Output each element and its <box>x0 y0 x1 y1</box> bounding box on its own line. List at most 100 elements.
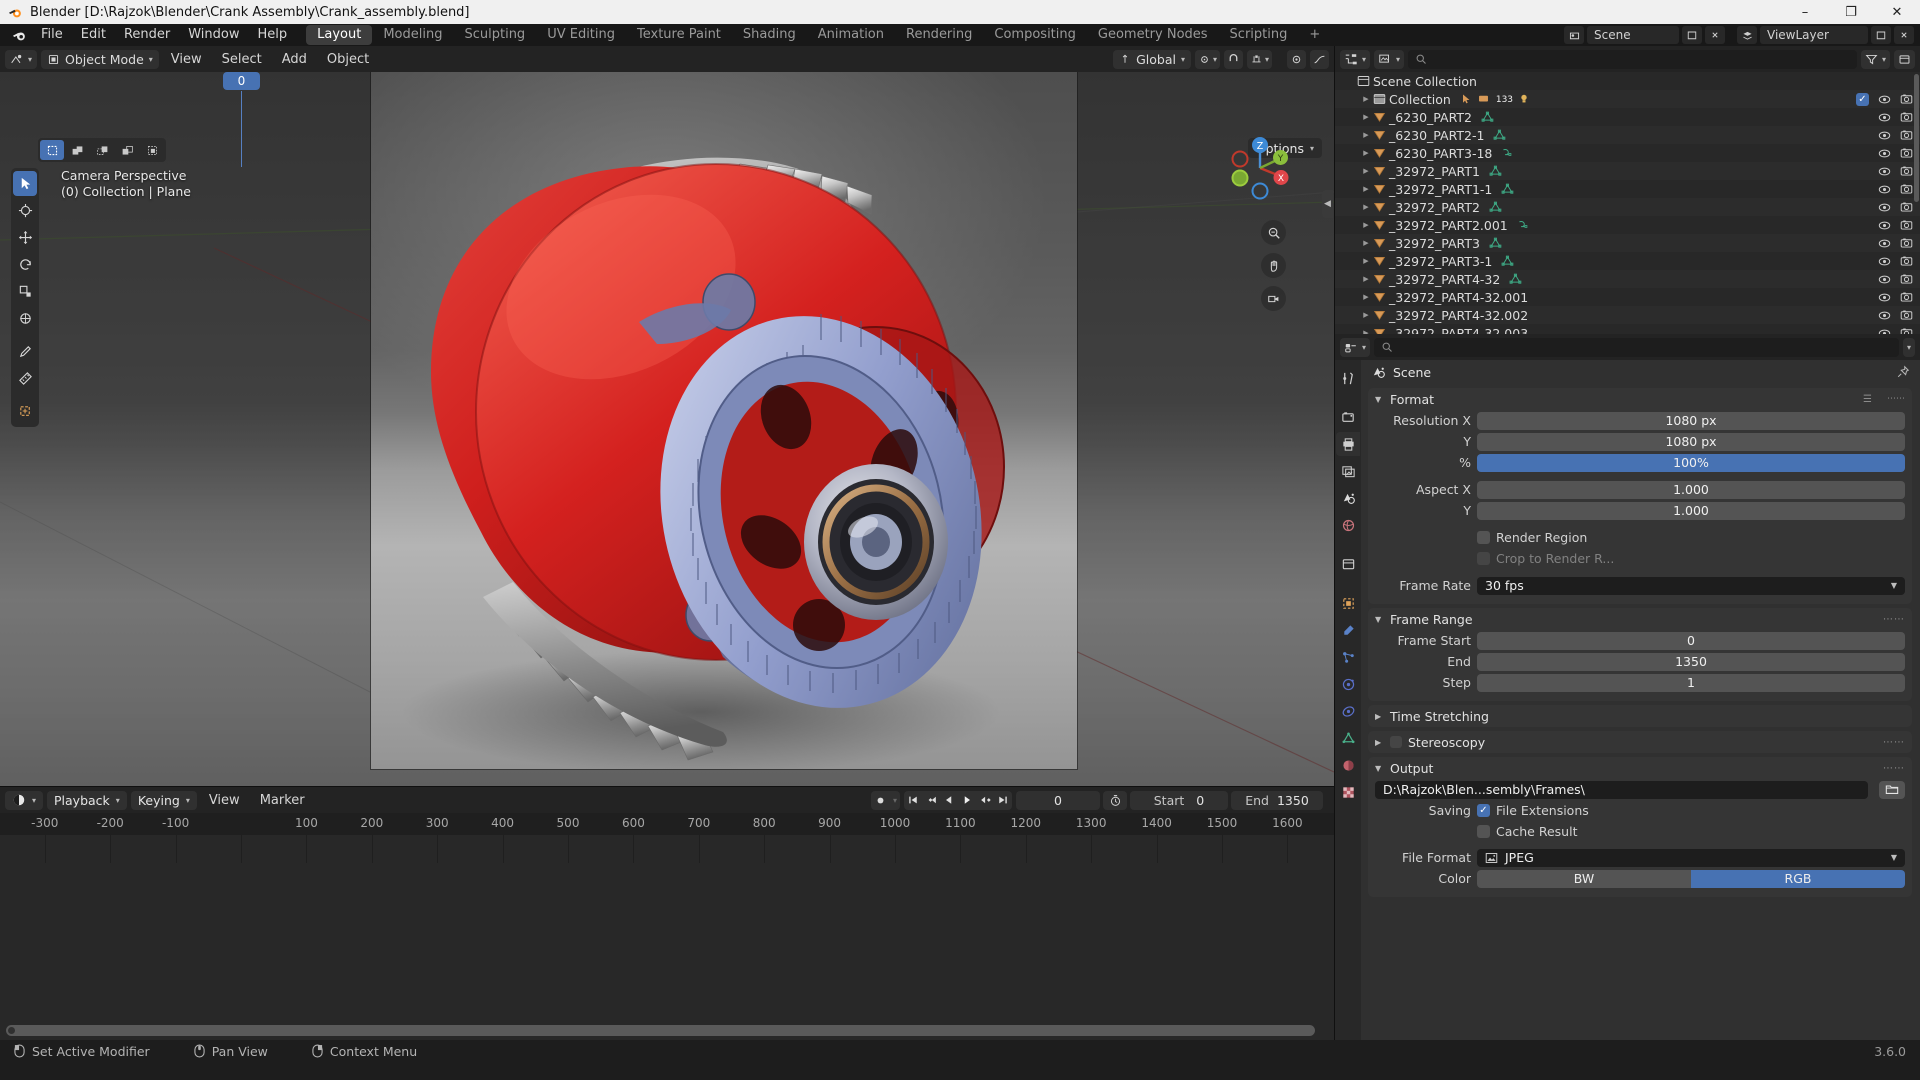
menu-help[interactable]: Help <box>249 25 297 45</box>
play-button[interactable] <box>958 791 976 810</box>
tab-texture[interactable] <box>1336 780 1360 804</box>
sidebar-collapse-arrow-icon[interactable]: ◀ <box>1322 190 1333 218</box>
timeline-menu-playback[interactable]: Playback ▾ <box>47 790 127 810</box>
disable-in-render-icon[interactable] <box>1900 309 1913 321</box>
tab-modifiers[interactable] <box>1336 618 1360 642</box>
cursor-tool-icon[interactable] <box>13 198 37 223</box>
outliner-row-restrictions[interactable] <box>1878 327 1913 334</box>
expand-triangle-icon[interactable]: ▶ <box>1359 329 1373 334</box>
viewport-menu-view[interactable]: View <box>163 50 210 69</box>
viewport-nav-buttons[interactable] <box>1261 220 1286 311</box>
outliner-row-restrictions[interactable]: ✓ <box>1856 92 1913 106</box>
outliner-object-row[interactable]: ▶ _6230_PART2-1 <box>1335 126 1920 144</box>
hide-in-viewport-icon[interactable] <box>1878 220 1891 231</box>
hide-in-viewport-icon[interactable] <box>1878 184 1891 195</box>
outliner-object-row[interactable]: ▶ _6230_PART2 <box>1335 108 1920 126</box>
workspace-tab-modeling[interactable]: Modeling <box>372 24 453 46</box>
previous-keyframe-button[interactable] <box>922 791 940 810</box>
add-cube-tool-icon[interactable] <box>13 399 37 424</box>
current-frame-field[interactable]: 0 <box>1016 790 1100 810</box>
expand-triangle-icon[interactable]: ▶ <box>1359 185 1373 193</box>
frame-start-prop-field[interactable]: 0 <box>1477 631 1905 650</box>
viewport-menu-object[interactable]: Object <box>319 50 377 69</box>
color-mode-segmented[interactable]: BW RGB <box>1477 869 1905 888</box>
new-scene-icon[interactable] <box>1682 26 1702 44</box>
output-path-field[interactable]: D:\Rajzok\Blen...sembly\Frames\ <box>1375 780 1868 799</box>
expand-triangle-icon[interactable]: ▶ <box>1359 239 1373 247</box>
move-tool-icon[interactable] <box>13 225 37 250</box>
outliner-row-restrictions[interactable] <box>1878 201 1913 213</box>
resolution-percent-field[interactable]: 100% <box>1477 453 1905 472</box>
outliner-tree[interactable]: Scene Collection ▶ Collection 133 ✓ ▶ _6230_PA… <box>1335 72 1920 334</box>
select-set-icon[interactable] <box>40 140 64 160</box>
expand-triangle-icon[interactable]: ▶ <box>1359 131 1373 139</box>
measure-tool-icon[interactable] <box>13 366 37 391</box>
resolution-y-field[interactable]: 1080 px <box>1477 432 1905 451</box>
pin-id-icon[interactable] <box>1896 365 1910 379</box>
outliner-row-restrictions[interactable] <box>1878 309 1913 321</box>
play-reverse-button[interactable] <box>940 791 958 810</box>
hide-in-viewport-icon[interactable] <box>1878 166 1891 177</box>
outliner-row-restrictions[interactable] <box>1878 273 1913 285</box>
disable-in-render-icon[interactable] <box>1900 165 1913 177</box>
outliner-row-restrictions[interactable] <box>1878 111 1913 123</box>
workspace-tab-compositing[interactable]: Compositing <box>983 24 1087 46</box>
disable-in-render-icon[interactable] <box>1900 291 1913 303</box>
render-region-checkbox[interactable] <box>1477 531 1490 544</box>
hide-in-viewport-icon[interactable] <box>1878 130 1891 141</box>
outliner-collection-row[interactable]: Scene Collection <box>1335 72 1920 90</box>
expand-triangle-icon[interactable]: ▶ <box>1359 311 1373 319</box>
resolution-x-field[interactable]: 1080 px <box>1477 411 1905 430</box>
snap-pivot-icon[interactable]: ▾ <box>1194 49 1220 69</box>
disable-in-render-icon[interactable] <box>1900 273 1913 285</box>
tweak-tool-icon[interactable] <box>13 171 37 196</box>
properties-tab-column[interactable] <box>1335 360 1361 1040</box>
scene-browse-icon[interactable] <box>1564 26 1584 44</box>
tab-render[interactable] <box>1336 405 1360 429</box>
rotate-tool-icon[interactable] <box>13 252 37 277</box>
disable-in-render-icon[interactable] <box>1900 183 1913 195</box>
crop-to-render-region-checkbox[interactable] <box>1477 552 1490 565</box>
color-mode-bw-option[interactable]: BW <box>1477 869 1691 888</box>
expand-triangle-icon[interactable]: ▶ <box>1359 95 1373 103</box>
expand-triangle-icon[interactable]: ▶ <box>1359 167 1373 175</box>
workspace-tab-sculpting[interactable]: Sculpting <box>453 24 536 46</box>
menu-window[interactable]: Window <box>179 25 248 45</box>
disable-in-render-icon[interactable] <box>1900 255 1913 267</box>
file-extensions-checkbox[interactable]: ✓ <box>1477 804 1490 817</box>
tab-physics[interactable] <box>1336 672 1360 696</box>
scene-selector[interactable]: Scene <box>1587 26 1679 44</box>
zoom-icon[interactable] <box>1261 220 1286 245</box>
disable-in-render-icon[interactable] <box>1900 201 1913 213</box>
select-subtract-icon[interactable] <box>90 140 114 160</box>
hide-in-viewport-icon[interactable] <box>1878 112 1891 123</box>
outliner-row-restrictions[interactable] <box>1878 255 1913 267</box>
frame-end-prop-field[interactable]: 1350 <box>1477 652 1905 671</box>
hide-in-viewport-icon[interactable] <box>1878 94 1891 105</box>
outliner-object-row[interactable]: ▶ _32972_PART4-32 <box>1335 270 1920 288</box>
outliner-row-restrictions[interactable] <box>1878 129 1913 141</box>
file-format-dropdown[interactable]: JPEG ▼ <box>1477 848 1905 867</box>
tab-particles[interactable] <box>1336 645 1360 669</box>
aspect-y-field[interactable]: 1.000 <box>1477 501 1905 520</box>
outliner-object-row[interactable]: ▶ _32972_PART2.001 <box>1335 216 1920 234</box>
outliner-row-restrictions[interactable] <box>1878 165 1913 177</box>
cache-result-checkbox[interactable] <box>1477 825 1490 838</box>
outliner-row-restrictions[interactable] <box>1878 219 1913 231</box>
expand-triangle-icon[interactable]: ▶ <box>1359 149 1373 157</box>
outliner-row-restrictions[interactable] <box>1878 147 1913 159</box>
timeline-track[interactable] <box>0 835 1334 863</box>
hide-in-viewport-icon[interactable] <box>1878 310 1891 321</box>
collection-enable-checkbox[interactable]: ✓ <box>1856 92 1869 106</box>
outliner-object-row[interactable]: ▶ _32972_PART4-32.002 <box>1335 306 1920 324</box>
tab-output[interactable] <box>1336 432 1360 456</box>
hide-in-viewport-icon[interactable] <box>1878 148 1891 159</box>
disable-in-render-icon[interactable] <box>1900 93 1913 105</box>
timeline-editor-type-icon[interactable]: ▾ <box>5 790 44 810</box>
hide-in-viewport-icon[interactable] <box>1878 292 1891 303</box>
outliner-object-row[interactable]: ▶ _32972_PART2 <box>1335 198 1920 216</box>
tab-tool[interactable] <box>1336 366 1360 390</box>
outliner-search-input[interactable] <box>1408 49 1857 69</box>
properties-search-input[interactable] <box>1374 337 1899 357</box>
tab-world[interactable] <box>1336 513 1360 537</box>
